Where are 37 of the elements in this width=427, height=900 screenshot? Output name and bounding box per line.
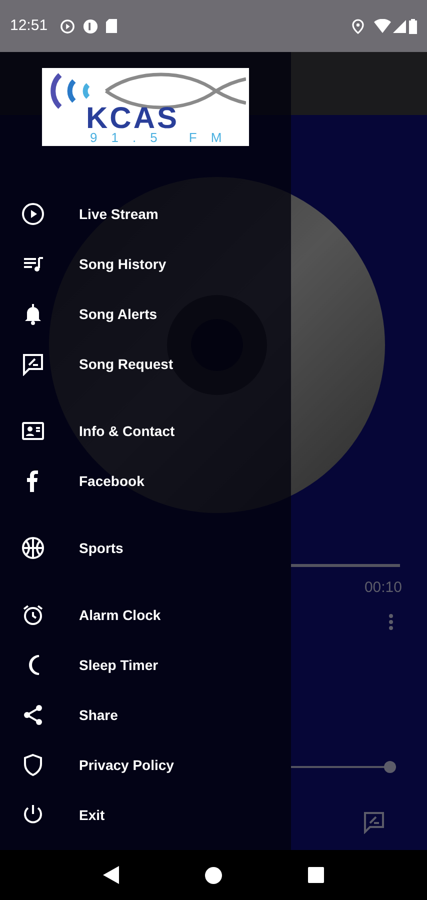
basketball-icon: [21, 536, 45, 560]
drawer-menu-item[interactable]: Privacy Policy: [0, 740, 291, 790]
play-circle-icon: [60, 18, 75, 34]
drawer-menu-item[interactable]: Song Alerts: [0, 289, 291, 339]
contact-card-icon: [21, 419, 45, 443]
crescent-moon-icon: [26, 653, 40, 677]
drawer-menu-item[interactable]: Sleep Timer: [0, 640, 291, 690]
drawer-menu-item[interactable]: Song Request: [0, 339, 291, 389]
battery-icon: [409, 18, 417, 34]
volume-slider[interactable]: [291, 761, 396, 773]
back-icon[interactable]: [103, 866, 119, 884]
logo-frequency: 91.5 FM: [90, 131, 236, 144]
chat-edit-icon: [21, 352, 45, 376]
drawer-menu-item[interactable]: Share: [0, 690, 291, 740]
time-right: 00:10: [364, 578, 402, 598]
drawer-menu-item[interactable]: Song History: [0, 239, 291, 289]
play-circle-icon: [21, 202, 45, 226]
alarm-clock-icon: [21, 603, 45, 627]
drawer-menu-item[interactable]: Alarm Clock: [0, 590, 291, 640]
shield-icon: [21, 753, 45, 777]
status-time: 12:51: [10, 16, 48, 36]
volume-thumb[interactable]: [384, 761, 396, 773]
sd-card-icon: [106, 19, 117, 33]
wifi-icon: [374, 19, 391, 33]
share-icon: [21, 703, 45, 727]
home-icon[interactable]: [205, 866, 222, 884]
drawer-menu-item[interactable]: Live Stream: [0, 189, 291, 239]
drawer-menu-item[interactable]: Facebook: [0, 456, 291, 506]
more-icon[interactable]: [388, 613, 394, 631]
song-request-icon[interactable]: [362, 810, 386, 834]
logo-name: KCAS: [86, 104, 180, 134]
signal-icon: [393, 20, 406, 32]
drawer-menu-item[interactable]: Sports: [0, 523, 291, 573]
badge-circle-icon: [82, 18, 98, 34]
location-icon: [352, 18, 364, 34]
drawer-menu-item[interactable]: Info & Contact: [0, 406, 291, 456]
drawer-menu-item[interactable]: Exit: [0, 790, 291, 840]
